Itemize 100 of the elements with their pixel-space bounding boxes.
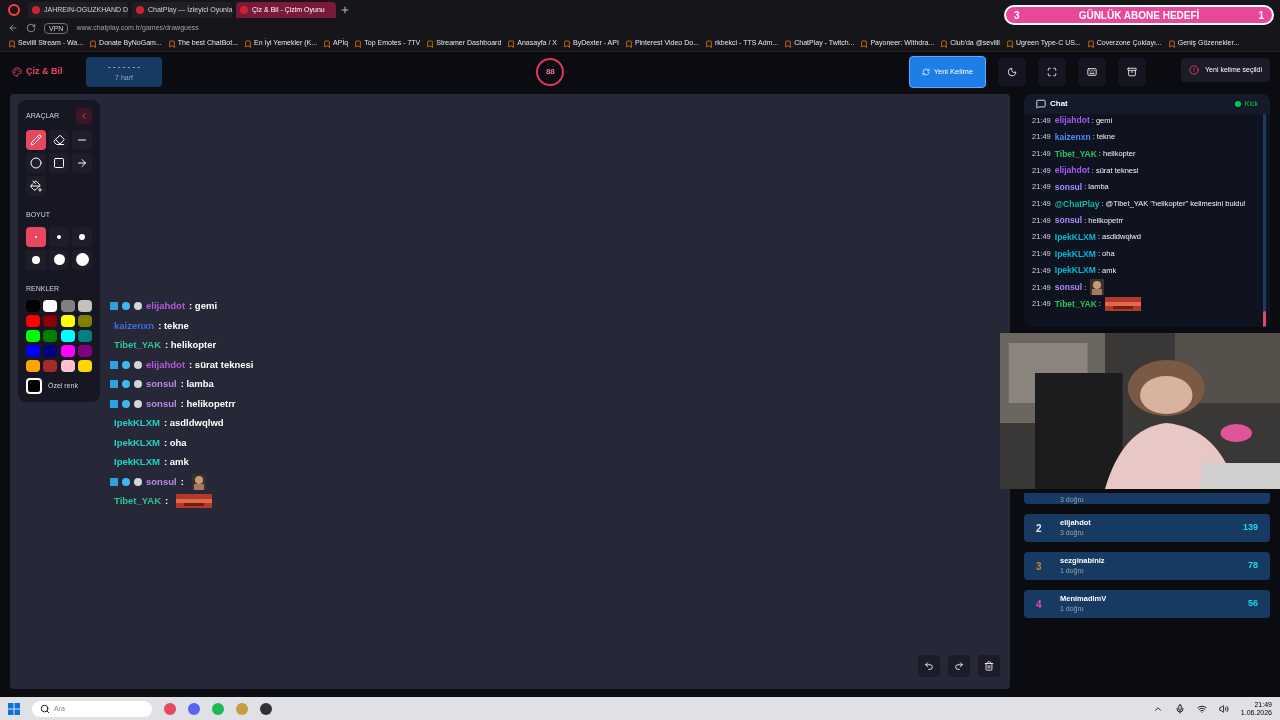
chat-message: : bbox=[180, 474, 184, 489]
dark-mode-button[interactable] bbox=[998, 58, 1026, 86]
chat-title: Chat bbox=[1050, 98, 1068, 110]
tool-button[interactable] bbox=[49, 130, 69, 150]
color-swatch[interactable] bbox=[77, 300, 92, 312]
palette-icon bbox=[12, 67, 22, 77]
chat-username: Tibet_YAK bbox=[1054, 148, 1097, 159]
custom-color-button[interactable] bbox=[26, 378, 42, 394]
new-tab-icon[interactable] bbox=[340, 5, 350, 15]
color-swatch[interactable] bbox=[60, 315, 75, 327]
color-swatch[interactable] bbox=[77, 330, 92, 342]
fullscreen-button[interactable] bbox=[1038, 58, 1066, 86]
chat-username: sonsul bbox=[1054, 182, 1083, 192]
windows-start-icon[interactable] bbox=[8, 702, 20, 715]
color-swatch[interactable] bbox=[43, 330, 58, 342]
rank-number: 3 bbox=[1036, 559, 1043, 574]
bookmark-icon bbox=[563, 39, 571, 48]
brush-size-button[interactable] bbox=[72, 249, 92, 270]
volume-icon[interactable] bbox=[1218, 703, 1229, 714]
color-swatch[interactable] bbox=[43, 360, 58, 372]
eraser-icon bbox=[53, 134, 65, 146]
chat-username: kaizenxn bbox=[1054, 131, 1091, 142]
chat-message: : oha bbox=[163, 435, 187, 450]
square-icon bbox=[53, 157, 65, 169]
bookmark-icon bbox=[507, 39, 516, 48]
color-swatch[interactable] bbox=[77, 360, 92, 372]
redo-button[interactable] bbox=[948, 655, 970, 677]
brush-size-button[interactable] bbox=[49, 249, 69, 270]
chat-username: Tibet_YAK bbox=[1054, 298, 1097, 309]
search-icon bbox=[40, 703, 50, 714]
color-swatch[interactable] bbox=[43, 315, 58, 327]
browser-logo-icon[interactable] bbox=[8, 4, 20, 16]
chat-username: elijahdot bbox=[146, 299, 186, 314]
chat-username: Tibet_YAK bbox=[113, 494, 161, 509]
bookmark-icon bbox=[1167, 39, 1176, 48]
chat-username: sonsul bbox=[1054, 282, 1083, 293]
chat-username: @ChatPlay bbox=[1054, 198, 1100, 209]
emote-image bbox=[176, 494, 213, 509]
back-icon[interactable] bbox=[8, 23, 18, 33]
color-swatch[interactable] bbox=[26, 315, 40, 327]
chat-message: : lamba bbox=[180, 377, 214, 392]
app-logo: Çiz & Bil bbox=[26, 65, 63, 79]
color-swatch[interactable] bbox=[26, 300, 40, 312]
keyboard-icon bbox=[1087, 67, 1097, 77]
chat-username: sonsul bbox=[146, 377, 177, 392]
undo-icon bbox=[924, 661, 934, 671]
color-swatch[interactable] bbox=[60, 300, 75, 312]
chat-message: : bbox=[165, 494, 169, 509]
player-score: 56 bbox=[1248, 597, 1258, 611]
emote-image bbox=[191, 473, 206, 490]
bookmark-icon bbox=[940, 39, 949, 48]
chat-username: elijahdot bbox=[1054, 165, 1090, 176]
goal-current: 3 bbox=[1014, 8, 1020, 23]
player-score: 78 bbox=[1248, 559, 1258, 573]
brush-size-button[interactable] bbox=[49, 226, 69, 247]
tool-button[interactable] bbox=[49, 153, 69, 173]
clear-button[interactable] bbox=[978, 655, 1000, 677]
tool-button[interactable] bbox=[26, 176, 46, 196]
color-swatch[interactable] bbox=[77, 315, 92, 327]
undo-button[interactable] bbox=[918, 655, 940, 677]
color-swatch[interactable] bbox=[60, 330, 75, 342]
archive-icon bbox=[1127, 67, 1137, 77]
network-icon[interactable] bbox=[1196, 703, 1207, 714]
color-swatch[interactable] bbox=[60, 345, 75, 357]
reload-icon[interactable] bbox=[26, 23, 36, 33]
bookmark-icon bbox=[323, 39, 332, 48]
brush-size-button[interactable] bbox=[72, 226, 92, 247]
color-swatch[interactable] bbox=[77, 345, 92, 357]
brush-size-button[interactable] bbox=[26, 249, 46, 270]
chat-username: Tibet_YAK bbox=[113, 338, 161, 353]
bookmark-icon bbox=[1086, 39, 1095, 48]
chat-icon bbox=[1036, 99, 1046, 109]
color-swatch[interactable] bbox=[26, 360, 40, 372]
tool-button[interactable] bbox=[26, 153, 46, 173]
color-swatch[interactable] bbox=[43, 300, 58, 312]
rank-number: 2 bbox=[1036, 521, 1043, 536]
paint-bucket-icon bbox=[30, 180, 42, 192]
chat-username: sonsul bbox=[1054, 215, 1083, 226]
color-swatch[interactable] bbox=[26, 345, 40, 357]
player-score: 139 bbox=[1242, 521, 1258, 535]
chat-username: kaizenxn bbox=[113, 318, 155, 333]
bookmark-icon bbox=[1005, 39, 1014, 48]
tool-button[interactable] bbox=[26, 130, 46, 150]
fullscreen-icon bbox=[1047, 67, 1057, 77]
tab-favicon-icon bbox=[32, 6, 40, 14]
color-swatch[interactable] bbox=[43, 345, 58, 357]
circle-icon bbox=[30, 157, 42, 169]
keyboard-button[interactable] bbox=[1078, 58, 1106, 86]
moon-icon bbox=[1007, 67, 1017, 77]
taskbar-app-icon[interactable] bbox=[260, 702, 272, 715]
goal-target: 1 bbox=[1258, 8, 1264, 23]
archive-button[interactable] bbox=[1118, 58, 1146, 86]
tab-favicon-icon bbox=[240, 6, 248, 14]
chat-message: : helikopetrr bbox=[180, 396, 236, 411]
microphone-icon[interactable] bbox=[1174, 703, 1185, 714]
chat-username: IpekKLXM bbox=[113, 435, 160, 450]
color-swatch[interactable] bbox=[26, 330, 40, 342]
chat-username: IpekKLXM bbox=[113, 455, 160, 470]
chat-message: : sürat teknesi bbox=[189, 357, 254, 372]
color-swatch[interactable] bbox=[60, 360, 75, 372]
